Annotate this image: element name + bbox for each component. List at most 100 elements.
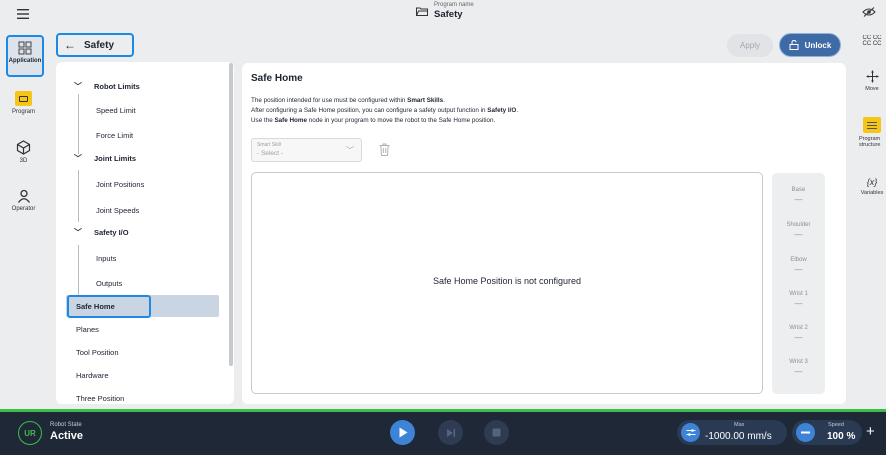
smart-skill-label: Smart Skill bbox=[257, 142, 281, 148]
speed-control[interactable]: Speed 100 % bbox=[792, 420, 862, 445]
joint-value: — bbox=[794, 230, 803, 239]
nav-label: Safety I/O bbox=[94, 227, 129, 237]
not-configured-message: Safe Home Position is not configured bbox=[432, 276, 582, 286]
nav-item-joint-speeds[interactable]: Joint Speeds bbox=[96, 204, 234, 216]
max-speed-control[interactable]: Max -1000.00 mm/s bbox=[677, 420, 787, 445]
rail-label-operator: Operator bbox=[11, 206, 36, 212]
desc-text: The position intended for use must be co… bbox=[251, 97, 408, 104]
nav-label: Inputs bbox=[96, 253, 117, 263]
rail-label-program: Program bbox=[11, 109, 35, 115]
joint-value: — bbox=[794, 195, 803, 204]
cube-3d-icon bbox=[16, 140, 31, 155]
nav-tree-line bbox=[78, 170, 79, 222]
joint-name: Wrist 1 bbox=[789, 291, 808, 297]
desc-text: node in your program to move the robot t… bbox=[307, 117, 496, 124]
rail-item-variables[interactable]: {x} Variables bbox=[858, 177, 886, 196]
sliders-icon bbox=[681, 423, 700, 442]
rail-label-application: Application bbox=[8, 58, 42, 64]
program-name-value: Safety bbox=[434, 9, 463, 20]
play-button[interactable] bbox=[390, 420, 415, 445]
nav-group-safety-io[interactable]: ﹀ Safety I/O bbox=[74, 226, 234, 238]
nav-tree-line bbox=[78, 94, 79, 154]
nav-tree-line bbox=[78, 245, 79, 297]
rail-item-3d[interactable]: 3D bbox=[0, 140, 47, 164]
unlock-button[interactable]: Unlock bbox=[779, 33, 841, 57]
smart-skill-value: - Select - bbox=[257, 150, 284, 157]
nav-label: Robot Limits bbox=[94, 81, 140, 91]
program-structure-icon bbox=[863, 117, 881, 133]
back-button[interactable]: ← Safety bbox=[56, 33, 134, 57]
step-button[interactable] bbox=[438, 420, 463, 445]
nav-item-three-position[interactable]: Three Position bbox=[76, 392, 234, 404]
nav-item-hardware[interactable]: Hardware bbox=[76, 369, 234, 381]
description-line-1: The position intended for use must be co… bbox=[251, 96, 811, 106]
trash-icon[interactable] bbox=[379, 143, 390, 156]
rail-item-move[interactable]: Move bbox=[858, 70, 886, 92]
program-name-caption: Program name bbox=[434, 2, 474, 8]
nav-item-force-limit[interactable]: Force Limit bbox=[96, 129, 234, 141]
rail-item-cc[interactable]: CC CC CC CC bbox=[858, 35, 886, 47]
application-grid-icon bbox=[18, 41, 32, 55]
eye-off-icon[interactable] bbox=[862, 7, 876, 20]
step-icon bbox=[446, 428, 455, 437]
rail-item-application[interactable]: Application bbox=[6, 35, 44, 77]
rail-item-program[interactable]: Program bbox=[0, 91, 47, 115]
right-rail: CC CC CC CC Move Program structure {x} V… bbox=[858, 29, 886, 409]
stop-icon bbox=[492, 428, 501, 437]
nav-item-inputs[interactable]: Inputs bbox=[96, 252, 234, 264]
nav-label: Speed Limit bbox=[96, 105, 136, 115]
rail-label-program-structure: Program structure bbox=[859, 136, 881, 148]
nav-item-planes[interactable]: Planes bbox=[76, 323, 234, 335]
nav-group-joint-limits[interactable]: ﹀ Joint Limits bbox=[74, 152, 234, 164]
nav-item-tool-position[interactable]: Tool Position bbox=[76, 346, 234, 358]
joint-wrist-3: Wrist 3 — bbox=[772, 359, 825, 376]
plus-icon[interactable]: + bbox=[866, 424, 875, 439]
unlock-label: Unlock bbox=[804, 40, 832, 50]
nav-group-robot-limits[interactable]: ﹀ Robot Limits bbox=[74, 80, 234, 92]
description: The position intended for use must be co… bbox=[251, 96, 811, 126]
nav-scrollbar[interactable] bbox=[229, 63, 233, 366]
joint-values-panel: Base — Shoulder — Elbow — Wrist 1 — Wrist 2 —… bbox=[772, 173, 825, 394]
page-title: Safety bbox=[84, 39, 115, 51]
program-icon bbox=[15, 91, 32, 106]
max-value: -1000.00 mm/s bbox=[705, 431, 772, 442]
chevron-down-icon: ﹀ bbox=[346, 146, 354, 155]
smart-skill-select[interactable]: Smart Skill - Select - ﹀ bbox=[251, 138, 362, 162]
minus-icon[interactable] bbox=[796, 423, 815, 442]
joint-value: — bbox=[794, 299, 803, 308]
stop-button[interactable] bbox=[484, 420, 509, 445]
desc-text: After configuring a Safe Home position, … bbox=[251, 107, 488, 114]
desc-bold: Safety I/O bbox=[487, 107, 517, 114]
desc-text: Use the bbox=[251, 117, 275, 124]
nav-label: Outputs bbox=[96, 278, 123, 288]
rail-item-operator[interactable]: Operator bbox=[0, 189, 47, 212]
rail-label-variables: Variables bbox=[860, 190, 884, 196]
chevron-down-icon: ﹀ bbox=[74, 153, 82, 163]
rail-label-move: Move bbox=[865, 86, 879, 92]
speed-value: 100 % bbox=[827, 431, 856, 442]
ur-logo-icon: UR bbox=[18, 421, 42, 445]
person-icon bbox=[17, 189, 30, 203]
lock-open-icon bbox=[789, 40, 799, 50]
joint-shoulder: Shoulder — bbox=[772, 222, 825, 239]
joint-name: Base bbox=[791, 187, 806, 193]
nav-item-speed-limit[interactable]: Speed Limit bbox=[96, 104, 234, 116]
program-name[interactable]: Program name Safety bbox=[416, 1, 474, 21]
nav-label: Joint Limits bbox=[94, 153, 137, 163]
nav-label: Three Position bbox=[76, 393, 125, 403]
section-title: Safe Home bbox=[251, 73, 303, 84]
description-line-2: After configuring a Safe Home position, … bbox=[251, 106, 811, 116]
apply-button[interactable]: Apply bbox=[727, 34, 773, 57]
hamburger-menu-icon[interactable] bbox=[10, 4, 36, 24]
nav-item-outputs[interactable]: Outputs bbox=[96, 277, 234, 289]
nav-label: Joint Positions bbox=[96, 179, 145, 189]
robot-state-value: Active bbox=[50, 430, 84, 442]
safety-nav-panel: ﹀ Robot Limits Speed Limit Force Limit ﹀… bbox=[56, 62, 234, 404]
joint-elbow: Elbow — bbox=[772, 257, 825, 274]
folder-icon bbox=[416, 7, 428, 16]
joint-name: Shoulder bbox=[786, 222, 811, 228]
rail-item-program-structure[interactable]: Program structure bbox=[858, 117, 886, 148]
chevron-down-icon: ﹀ bbox=[74, 227, 82, 237]
nav-item-joint-positions[interactable]: Joint Positions bbox=[96, 178, 234, 190]
nav-label: Joint Speeds bbox=[96, 205, 140, 215]
